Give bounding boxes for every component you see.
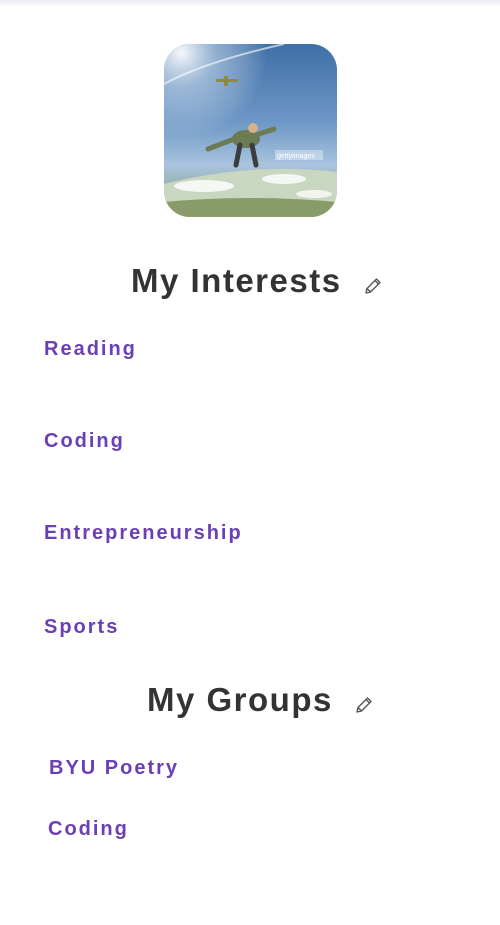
pencil-icon xyxy=(356,697,372,713)
interests-title: My Interests xyxy=(131,262,342,299)
groups-title: My Groups xyxy=(147,681,333,718)
group-item-coding[interactable]: Coding xyxy=(48,818,129,841)
profile-page: gettyimages My Interests Reading Coding … xyxy=(0,0,500,925)
interest-item-reading[interactable]: Reading xyxy=(44,338,137,361)
pencil-icon xyxy=(365,278,381,294)
interest-item-coding[interactable]: Coding xyxy=(44,430,125,453)
interest-item-sports[interactable]: Sports xyxy=(44,616,119,639)
skydiver-photo-image: gettyimages xyxy=(164,44,337,217)
profile-photo[interactable]: gettyimages xyxy=(164,44,337,217)
interest-item-entrepreneurship[interactable]: Entrepreneurship xyxy=(44,522,243,545)
edit-interests-button[interactable] xyxy=(361,274,385,298)
watermark-text: gettyimages xyxy=(277,153,315,160)
group-item-byu-poetry[interactable]: BYU Poetry xyxy=(49,757,179,780)
header-shadow xyxy=(0,0,500,6)
edit-groups-button[interactable] xyxy=(352,693,376,717)
